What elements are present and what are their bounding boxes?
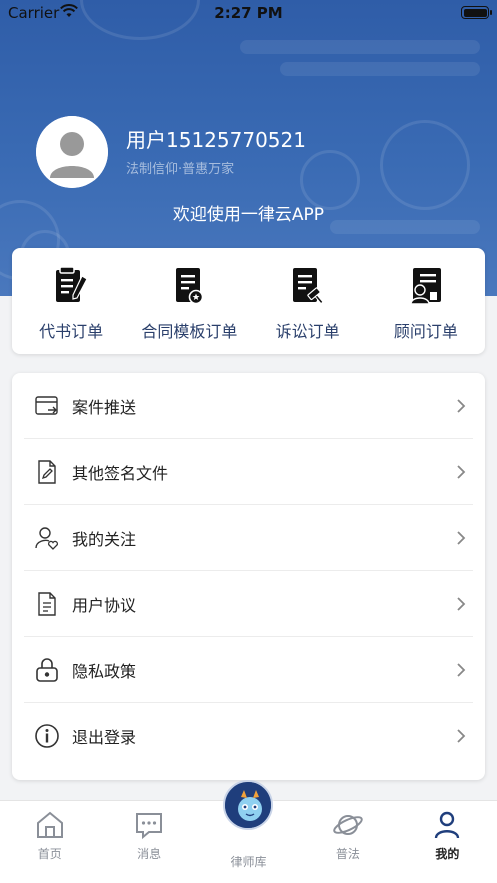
menu-label: 我的关注 <box>72 529 137 549</box>
menu-label: 案件推送 <box>72 397 137 417</box>
menu-item-user-agreement[interactable]: 用户协议 <box>24 571 473 637</box>
menu-item-logout[interactable]: 退出登录 <box>24 703 473 769</box>
tab-messages[interactable]: 消息 <box>99 801 198 883</box>
menu-item-privacy-policy[interactable]: 隐私政策 <box>24 637 473 703</box>
chevron-right-icon <box>457 662 466 677</box>
avatar[interactable] <box>36 116 108 188</box>
order-contract-template[interactable]: 合同模板订单 <box>130 248 248 354</box>
cloud-decoration <box>280 62 480 76</box>
planet-icon <box>333 815 363 835</box>
chevron-right-icon <box>457 398 466 413</box>
menu-item-signed-files[interactable]: 其他签名文件 <box>24 439 473 505</box>
cloud-decoration <box>240 40 480 54</box>
cloud-decoration <box>380 120 470 210</box>
menu-label: 隐私政策 <box>72 661 137 681</box>
lock-icon <box>36 657 58 682</box>
mascot-logo-icon[interactable] <box>223 780 273 830</box>
order-litigation[interactable]: 诉讼订单 <box>249 248 367 354</box>
slogan: 法制信仰·普惠万家 <box>126 162 235 177</box>
menu-item-case-push[interactable]: 案件推送 <box>24 373 473 439</box>
settings-menu: 案件推送 其他签名文件 我的关注 用户协议 隐私政策 退出登录 <box>12 373 485 780</box>
order-label: 代书订单 <box>39 322 104 341</box>
battery-icon <box>461 6 492 19</box>
username: 用户15125770521 <box>126 128 306 152</box>
document-gavel-icon <box>292 268 324 305</box>
document-pen-icon <box>56 266 88 302</box>
message-icon <box>136 813 163 840</box>
clock-time: 2:27 PM <box>214 4 283 22</box>
order-label: 诉讼订单 <box>275 322 340 341</box>
status-bar: Carrier 2:27 PM <box>0 0 497 26</box>
tab-label: 我的 <box>435 847 460 861</box>
home-icon <box>36 811 63 838</box>
default-avatar-icon <box>36 116 108 188</box>
tab-legal-education[interactable]: 普法 <box>298 801 397 883</box>
orders-card: 代书订单 合同模板订单 诉讼订单 顾问订单 <box>12 248 485 354</box>
menu-label: 其他签名文件 <box>72 463 169 483</box>
tab-profile[interactable]: 我的 <box>398 801 497 883</box>
user-heart-icon <box>35 526 58 550</box>
menu-label: 用户协议 <box>72 595 137 615</box>
tab-label: 律师库 <box>230 855 267 869</box>
signed-file-icon <box>38 459 56 484</box>
order-advisor[interactable]: 顾问订单 <box>367 248 485 354</box>
order-label: 合同模板订单 <box>141 322 238 341</box>
tab-home[interactable]: 首页 <box>0 801 99 883</box>
info-exit-icon <box>35 724 59 748</box>
chevron-right-icon <box>457 530 466 545</box>
chevron-right-icon <box>457 464 466 479</box>
tab-label: 普法 <box>335 847 360 861</box>
chevron-right-icon <box>457 596 466 611</box>
document-seal-icon <box>176 268 204 305</box>
menu-label: 退出登录 <box>72 728 137 747</box>
agreement-doc-icon <box>38 591 56 616</box>
order-drafting[interactable]: 代书订单 <box>12 248 130 354</box>
welcome-message: 欢迎使用一律云APP <box>172 205 325 225</box>
user-icon <box>435 811 460 839</box>
tab-label: 首页 <box>37 847 62 861</box>
card-push-icon <box>35 395 58 415</box>
order-label: 顾问订单 <box>393 322 458 341</box>
chevron-right-icon <box>457 729 466 743</box>
menu-item-following[interactable]: 我的关注 <box>24 505 473 571</box>
tab-label: 消息 <box>137 847 162 861</box>
advisor-certificate-icon <box>410 268 441 305</box>
